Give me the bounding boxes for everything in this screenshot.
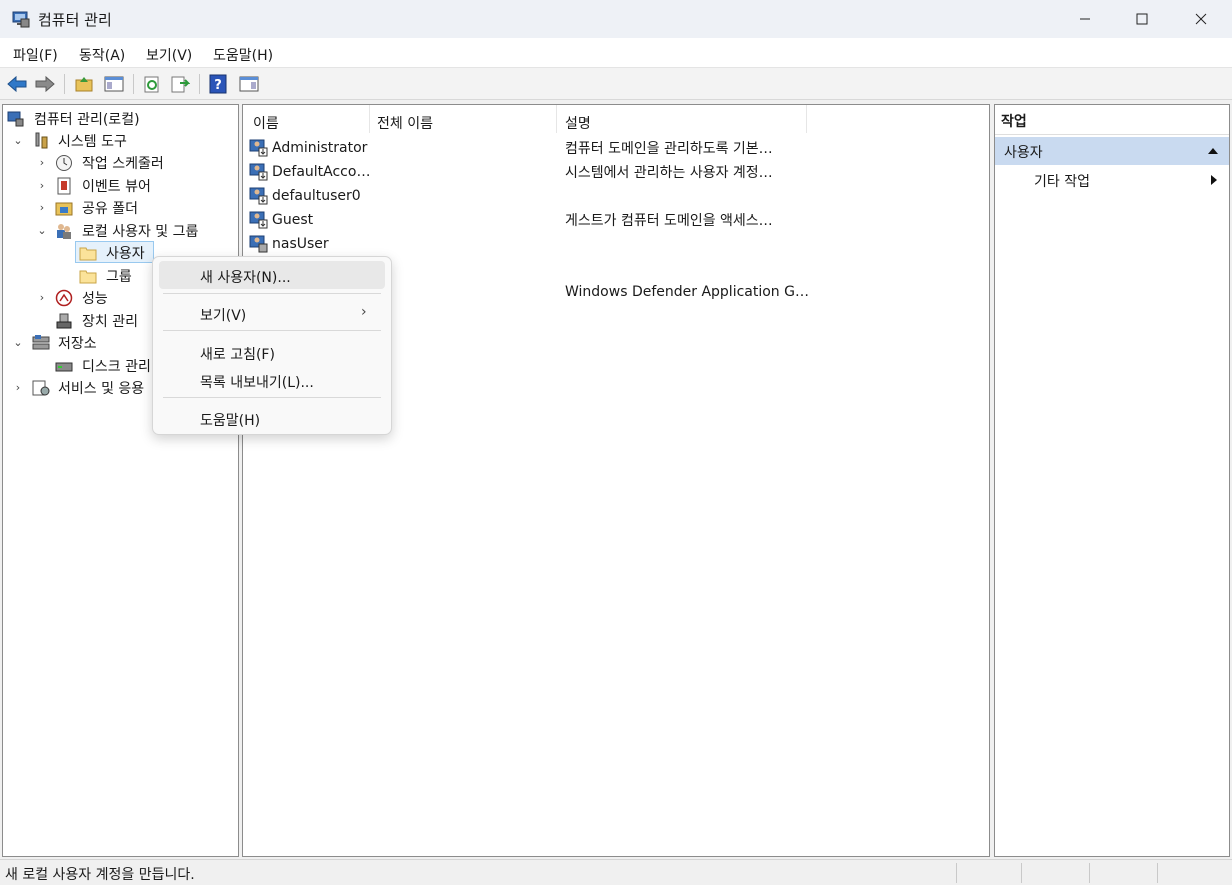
submenu-arrow-icon: [1211, 175, 1217, 185]
tools-icon: [35, 132, 48, 149]
user-icon: [249, 163, 268, 181]
svg-text:?: ?: [214, 78, 222, 93]
export-list-icon: [171, 76, 190, 93]
chevron-down-icon[interactable]: ⌄: [12, 135, 24, 147]
more-actions-item[interactable]: 기타 작업: [1034, 171, 1090, 191]
actions-section-users[interactable]: 사용자: [995, 137, 1229, 165]
show-hide-tree-icon: [104, 76, 124, 92]
menu-item-export-list[interactable]: 목록 내보내기(L)...: [159, 366, 385, 394]
column-header-full-name[interactable]: 전체 이름: [377, 113, 433, 133]
tree-item-event-viewer[interactable]: › 이벤트 뷰어: [3, 175, 233, 197]
show-hide-action-pane-button[interactable]: [237, 72, 261, 96]
minimize-button[interactable]: [1056, 0, 1114, 38]
minimize-icon: [1080, 18, 1090, 20]
maximize-icon: [1136, 13, 1148, 25]
services-icon: [32, 380, 50, 396]
show-hide-action-pane-icon: [239, 76, 259, 92]
chevron-right-icon[interactable]: ›: [36, 202, 48, 214]
menu-file[interactable]: 파일(F): [13, 45, 58, 65]
menu-item-view[interactable]: 보기(V) ›: [159, 299, 385, 327]
back-button[interactable]: [5, 72, 29, 96]
column-header-name[interactable]: 이름: [253, 113, 279, 133]
chevron-down-icon[interactable]: ⌄: [12, 337, 24, 349]
chevron-right-icon[interactable]: ›: [36, 180, 48, 192]
users-list: 이름 전체 이름 설명 Administrator 컴퓨터 도메인을 관리하도록…: [242, 104, 990, 857]
menu-action[interactable]: 동작(A): [79, 45, 125, 65]
menu-item-refresh[interactable]: 새로 고침(F): [159, 338, 385, 366]
context-menu: 새 사용자(N)... 보기(V) › 새로 고침(F) 목록 내보내기(L).…: [152, 256, 392, 435]
device-manager-icon: [56, 313, 72, 329]
actions-header: 작업: [995, 105, 1229, 135]
folder-icon: [79, 247, 97, 261]
disk-icon: [55, 362, 73, 372]
tree-item-task-scheduler[interactable]: › 작업 스케줄러: [3, 152, 233, 174]
menu-view[interactable]: 보기(V): [146, 45, 192, 65]
user-icon: [249, 211, 268, 229]
menu-bar: 파일(F) 동작(A) 보기(V) 도움말(H): [0, 38, 1232, 68]
users-group-icon: [57, 224, 71, 239]
menu-item-new-user[interactable]: 새 사용자(N)...: [159, 261, 385, 289]
clock-icon: [56, 155, 72, 171]
menu-help[interactable]: 도움말(H): [213, 45, 273, 65]
export-list-button[interactable]: [168, 72, 192, 96]
computer-management-icon: [7, 111, 24, 127]
refresh-button[interactable]: [140, 72, 164, 96]
up-level-button[interactable]: [72, 72, 96, 96]
performance-icon: [55, 289, 73, 307]
help-icon: ?: [209, 74, 227, 94]
storage-icon: [32, 335, 50, 350]
show-hide-tree-button[interactable]: [102, 72, 126, 96]
close-icon: [1195, 13, 1207, 25]
toolbar: ?: [0, 68, 1232, 100]
user-icon: [249, 139, 268, 157]
user-icon: [249, 187, 268, 205]
chevron-down-icon[interactable]: ⌄: [36, 225, 48, 237]
chevron-right-icon[interactable]: ›: [12, 382, 24, 394]
forward-button[interactable]: [33, 72, 57, 96]
help-button[interactable]: ?: [206, 72, 230, 96]
column-header-description[interactable]: 설명: [565, 113, 591, 133]
back-arrow-icon: [7, 75, 27, 93]
close-button[interactable]: [1172, 0, 1230, 38]
shared-folder-icon: [55, 202, 73, 216]
tree-item-root[interactable]: 컴퓨터 관리(로컬): [7, 108, 227, 130]
chevron-right-icon[interactable]: ›: [36, 292, 48, 304]
computer-management-icon: [12, 11, 30, 28]
console-tree: 컴퓨터 관리(로컬) ⌄ 시스템 도구 › 작업 스케줄러 › 이벤트 뷰어 ›…: [2, 104, 239, 857]
status-text: 새 로컬 사용자 계정을 만듭니다.: [5, 867, 195, 883]
forward-arrow-icon: [35, 75, 55, 93]
chevron-right-icon: ›: [361, 304, 367, 320]
collapse-up-icon: [1208, 148, 1218, 154]
folder-icon: [79, 270, 97, 284]
status-bar: 새 로컬 사용자 계정을 만듭니다.: [0, 859, 1232, 885]
up-folder-icon: [75, 77, 93, 92]
chevron-right-icon[interactable]: ›: [36, 157, 48, 169]
tree-item-system-tools[interactable]: ⌄ 시스템 도구: [3, 130, 233, 152]
event-viewer-icon: [57, 177, 71, 195]
window-title: 컴퓨터 관리: [38, 11, 112, 29]
tree-item-local-users-groups[interactable]: ⌄ 로컬 사용자 및 그룹: [3, 220, 233, 242]
refresh-icon: [144, 76, 159, 93]
maximize-button[interactable]: [1113, 0, 1171, 38]
actions-pane: 작업 사용자 기타 작업: [994, 104, 1230, 857]
title-bar: 컴퓨터 관리: [0, 0, 1232, 38]
user-icon: [249, 235, 268, 253]
menu-item-help[interactable]: 도움말(H): [159, 404, 385, 432]
tree-item-shared-folders[interactable]: › 공유 폴더: [3, 197, 233, 219]
